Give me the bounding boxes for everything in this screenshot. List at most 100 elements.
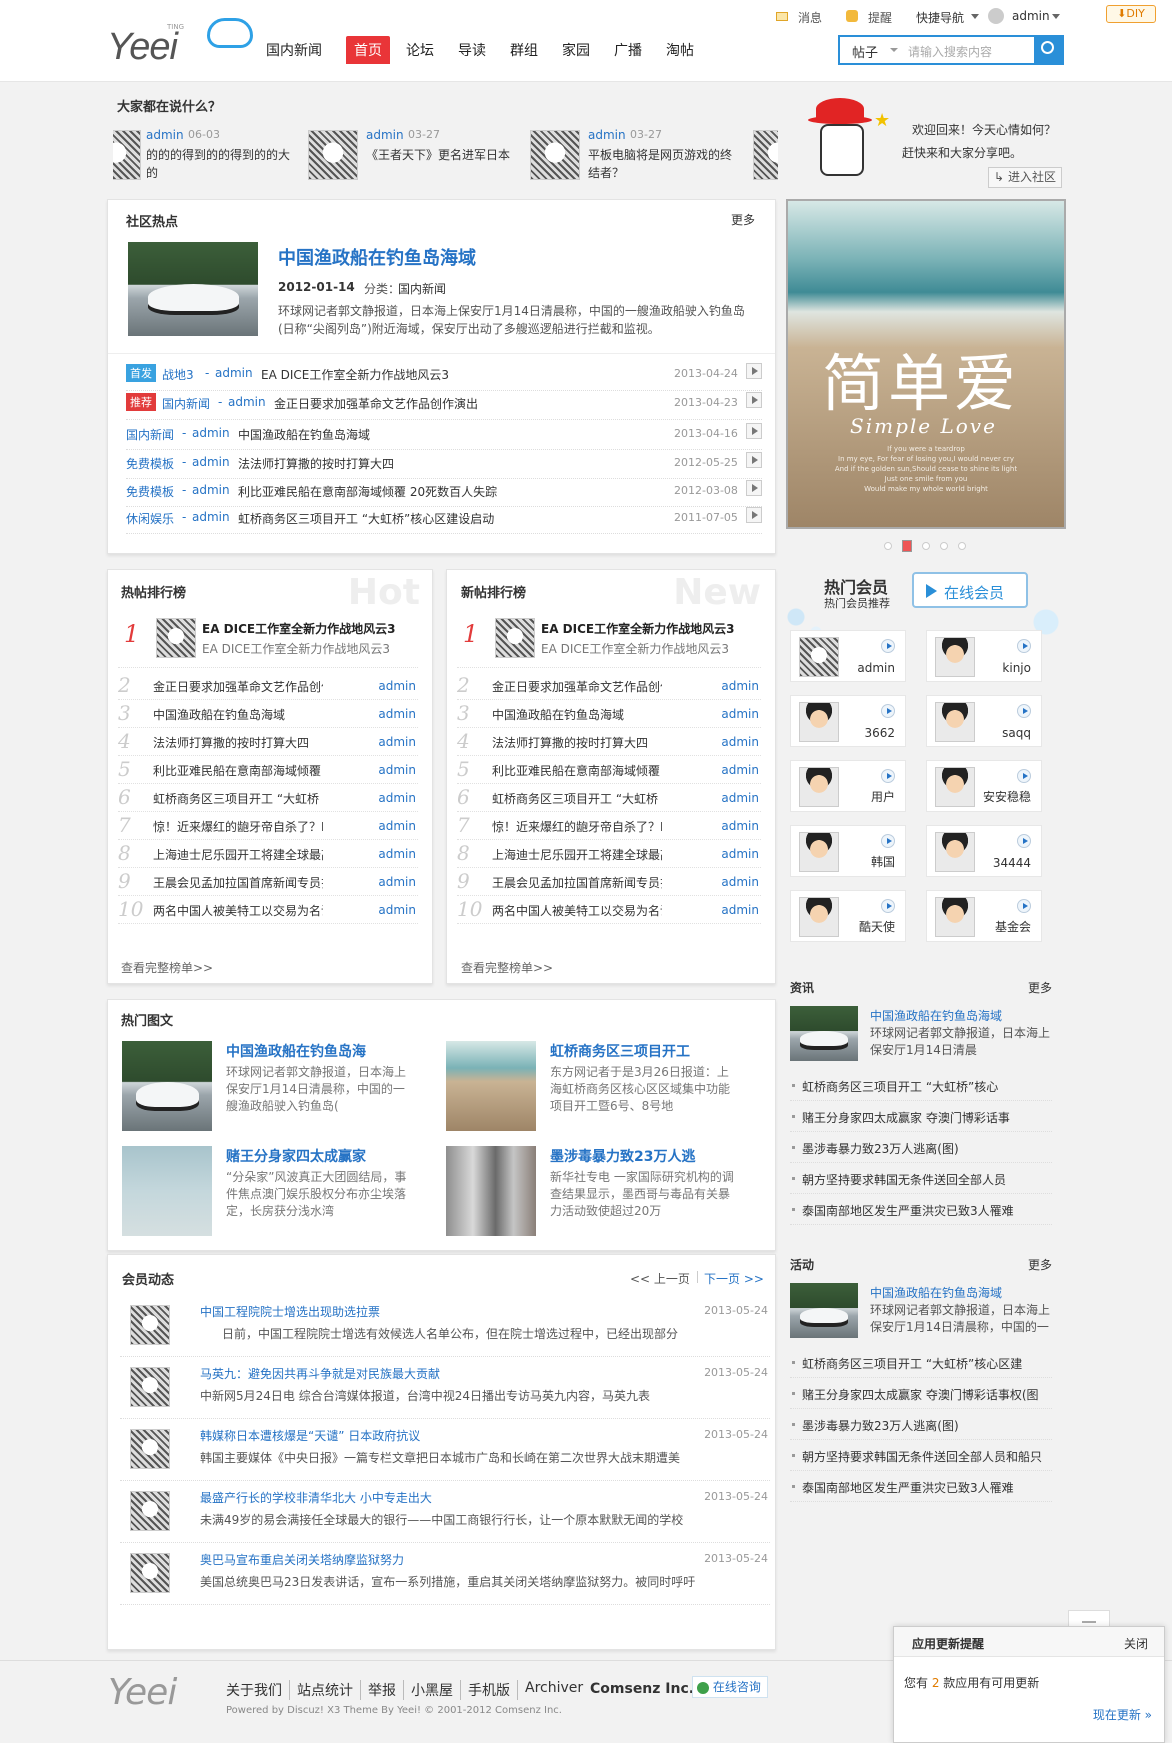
rank-title[interactable]: 利比亚难民船在意南部海域倾覆 2 [153, 762, 323, 779]
hot-item-title[interactable]: 法法师打算撒的按时打算大四 [238, 455, 394, 472]
consult-button[interactable]: 在线咨询 [692, 1676, 768, 1698]
pic-title[interactable]: 赌王分身家四太成赢家 [226, 1146, 366, 1166]
avatar[interactable] [753, 130, 778, 180]
talk-text[interactable]: 《王者天下》更名进军日本 [366, 146, 516, 164]
dynamic-next[interactable]: 下一页 >> [704, 1270, 764, 1287]
hot-cat[interactable]: 国内新闻 [162, 395, 210, 412]
news-item[interactable]: 泰国南部地区发生严重洪灾已致3人罹难 [790, 1194, 1052, 1225]
rank-user[interactable]: admin [721, 847, 759, 861]
avatar[interactable] [130, 1305, 170, 1345]
rank-item[interactable]: 2 金正日要求加强革命文艺作品创作 admin [118, 672, 418, 700]
play-icon[interactable] [881, 834, 895, 848]
slide-dot[interactable] [884, 542, 892, 550]
avatar[interactable] [308, 130, 358, 180]
rank-title[interactable]: 中国渔政船在钓鱼岛海域 [153, 706, 323, 723]
dynamic-title[interactable]: 韩媒称日本遭核爆是“天谴” 日本政府抗议 [200, 1427, 420, 1444]
news-item[interactable]: 虹桥商务区三项目开工 “大虹桥”核心 [790, 1070, 1052, 1101]
member-card[interactable]: 3662 [790, 695, 906, 747]
rank-title[interactable]: 王晨会见孟加拉国首席新闻专员扎 [492, 874, 662, 891]
rank-item[interactable]: 9 王晨会见孟加拉国首席新闻专员扎 admin [118, 868, 418, 896]
hot-list-item[interactable]: 首发 战地3- admin EA DICE工作室全新力作战地风云3 2013-04-24 [126, 362, 762, 391]
slide-dot[interactable] [958, 542, 966, 550]
hot-cat[interactable]: 免费模板 [126, 483, 174, 500]
hot-user[interactable]: admin [228, 395, 266, 409]
activity-item[interactable]: 赌王分身家四太成赢家 夺澳门博彩话事权(图 [790, 1378, 1052, 1409]
rank-item[interactable]: 6 虹桥商务区三项目开工 “大虹桥 admin [457, 784, 761, 812]
hot-item-title[interactable]: 中国渔政船在钓鱼岛海域 [238, 426, 370, 443]
diy-button[interactable]: ⬇DIY [1106, 5, 1156, 23]
dynamic-title[interactable]: 中国工程院院士增选出现助选拉票 [200, 1303, 380, 1320]
play-arrow-icon[interactable] [746, 480, 762, 496]
activity-feature-image[interactable] [790, 1283, 858, 1338]
rank-title[interactable]: 金正日要求加强革命文艺作品创作 [153, 678, 323, 695]
talk-user[interactable]: admin [588, 128, 626, 142]
talk-text[interactable]: 的的的得到的的得到的的大的 [146, 146, 296, 182]
hot-user[interactable]: admin [192, 483, 230, 497]
rank-item[interactable]: 7 惊！近来爆红的龅牙帝自杀了？PS admin [118, 812, 418, 840]
hot-list-item[interactable]: 免费模板 - admin 利比亚难民船在意南部海域倾覆 20死数百人失踪 2012-03… [126, 479, 762, 507]
play-arrow-icon[interactable] [746, 363, 762, 379]
rank-user[interactable]: admin [721, 735, 759, 749]
slide-dot[interactable] [940, 542, 948, 550]
rank-title[interactable]: 上海迪士尼乐园开工将建全球最高 [153, 846, 323, 863]
rank-top-title[interactable]: EA DICE工作室全新力作战地风云3 [541, 620, 734, 637]
play-icon[interactable] [1017, 769, 1031, 783]
hot-list-item[interactable]: 免费模板 - admin 法法师打算撒的按时打算大四 2012-05-25 [126, 451, 762, 479]
hot-more-link[interactable]: 更多 [731, 211, 755, 228]
rank-title[interactable]: 上海迪士尼乐园开工将建全球最高 [492, 846, 662, 863]
rank-user[interactable]: admin [378, 847, 416, 861]
member-card[interactable]: saqq [926, 695, 1042, 747]
search-input[interactable]: 请输入搜索内容 [908, 43, 992, 60]
footer-link[interactable]: 举报 [361, 1680, 404, 1700]
hot-user[interactable]: admin [192, 426, 230, 440]
user-link[interactable]: admin [1012, 9, 1050, 23]
pic-image[interactable] [446, 1041, 536, 1131]
pic-title[interactable]: 中国渔政船在钓鱼岛海 [226, 1041, 366, 1061]
rank-title[interactable]: 金正日要求加强革命文艺作品创作 [492, 678, 662, 695]
rank-item[interactable]: 5 利比亚难民船在意南部海域倾覆 2 admin [118, 756, 418, 784]
hot-item-title[interactable]: 利比亚难民船在意南部海域倾覆 20死数百人失踪 [238, 483, 497, 500]
activity-more[interactable]: 更多 [1028, 1256, 1052, 1273]
rank-item[interactable]: 10 两名中国人被美特工以交易为名诱 admin [118, 896, 418, 924]
pic-title[interactable]: 虹桥商务区三项目开工 [550, 1041, 690, 1061]
hot-list-item[interactable]: 国内新闻 - admin 中国渔政船在钓鱼岛海域 2013-04-16 [126, 422, 762, 450]
play-arrow-icon[interactable] [746, 507, 762, 523]
rank-item[interactable]: 3 中国渔政船在钓鱼岛海域 admin [118, 700, 418, 728]
hot-cat[interactable]: 国内新闻 [126, 426, 174, 443]
rank-user[interactable]: admin [378, 903, 416, 917]
rank-user[interactable]: admin [721, 819, 759, 833]
rank-item[interactable]: 3 中国渔政船在钓鱼岛海域 admin [457, 700, 761, 728]
rank-title[interactable]: 惊！近来爆红的龅牙帝自杀了？PS [492, 818, 662, 835]
hot-feature-title[interactable]: 中国渔政船在钓鱼岛海域 [278, 244, 476, 270]
rank-item[interactable]: 9 王晨会见孟加拉国首席新闻专员扎 admin [457, 868, 761, 896]
activity-item[interactable]: 朝方坚持要求韩国无条件送回全部人员和船只 [790, 1440, 1052, 1471]
hot-cat[interactable]: 休闲娱乐 [126, 510, 174, 527]
rank-title[interactable]: 虹桥商务区三项目开工 “大虹桥 [153, 790, 323, 807]
rank-title[interactable]: 法法师打算撒的按时打算大四 [153, 734, 323, 751]
play-icon[interactable] [881, 639, 895, 653]
rank-item[interactable]: 8 上海迪士尼乐园开工将建全球最高 admin [118, 840, 418, 868]
footer-link[interactable]: 关于我们 [226, 1680, 290, 1700]
activity-feature-title[interactable]: 中国渔政船在钓鱼岛海域 [870, 1284, 1002, 1301]
avatar[interactable] [130, 1429, 170, 1469]
member-card[interactable]: 基金会 [926, 890, 1042, 942]
new-rank-more[interactable]: 查看完整榜单>> [461, 959, 553, 976]
nav-item[interactable]: 论坛 [398, 36, 442, 64]
enter-community-button[interactable]: ↳ 进入社区 [988, 167, 1062, 188]
play-arrow-icon[interactable] [746, 423, 762, 439]
hot-item-title[interactable]: 金正日要求加强革命文艺作品创作演出 [274, 395, 478, 412]
rank-title[interactable]: 利比亚难民船在意南部海域倾覆 2 [492, 762, 662, 779]
rank-user[interactable]: admin [721, 707, 759, 721]
talk-user[interactable]: admin [366, 128, 404, 142]
rank-item[interactable]: 7 惊！近来爆红的龅牙帝自杀了？PS admin [457, 812, 761, 840]
avatar[interactable] [130, 1367, 170, 1407]
member-card[interactable]: kinjo [926, 630, 1042, 682]
footer-link[interactable]: 站点统计 [290, 1680, 361, 1700]
dynamic-item[interactable]: 最盛产行长的学校非清华北大 小中专走出大 2013-05-24 未满49岁的易会满接… [120, 1481, 770, 1543]
slide-dot[interactable] [922, 542, 930, 550]
news-item[interactable]: 赌王分身家四太成赢家 夺澳门博彩话事 [790, 1101, 1052, 1132]
footer-link[interactable]: 手机版 [461, 1680, 518, 1700]
hot-item-title[interactable]: EA DICE工作室全新力作战地风云3 [261, 366, 449, 383]
rank-user[interactable]: admin [378, 819, 416, 833]
hot-cat[interactable]: 战地3 [162, 366, 194, 383]
